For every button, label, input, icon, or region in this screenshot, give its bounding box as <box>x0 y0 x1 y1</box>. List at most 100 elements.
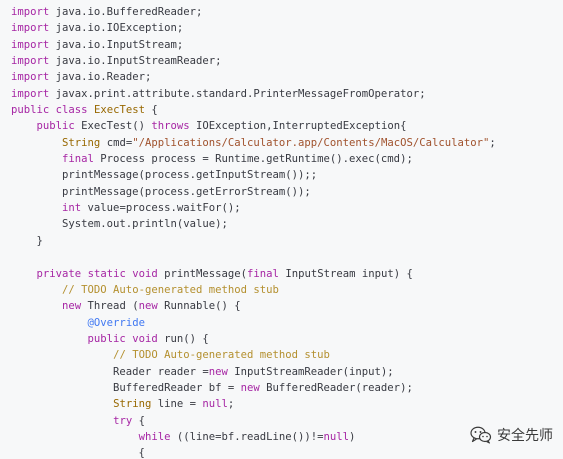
wechat-icon <box>470 426 492 444</box>
code-line: String line = null; <box>11 396 563 412</box>
code-token: final <box>247 267 279 280</box>
code-token: System.out.println(value); <box>11 218 228 231</box>
code-token: java.io.InputStream; <box>49 38 184 51</box>
code-token: javax.print.attribute.standard.PrinterMe… <box>49 87 426 100</box>
watermark-text: 安全先师 <box>497 428 553 444</box>
code-token: void <box>132 332 158 345</box>
code-token: null <box>202 398 228 411</box>
code-line: System.out.println(value); <box>11 216 563 232</box>
code-token: printMessage(process.getErrorStream()); <box>11 185 311 198</box>
code-token: printMessage(process.getInputStream());; <box>11 169 318 182</box>
code-line: // TODO Auto-generated method stub <box>11 347 563 363</box>
code-token: class <box>55 104 88 117</box>
code-token: ) <box>349 430 356 443</box>
code-token: Reader reader = <box>11 365 209 378</box>
code-token: import <box>11 55 50 68</box>
code-line: } <box>11 233 563 249</box>
code-line: private static void printMessage(final I… <box>11 266 563 282</box>
code-token: String <box>113 398 152 411</box>
code-token: "/Applications/Calculator.app/Contents/M… <box>132 136 490 149</box>
code-token: { <box>144 104 158 117</box>
code-token: new <box>62 300 82 313</box>
code-token: int <box>62 202 82 215</box>
code-token: // TODO Auto-generated method stub <box>62 283 279 296</box>
code-token: throws <box>151 120 190 133</box>
code-token: void <box>132 267 158 280</box>
code-token: Process process = Runtime.getRuntime().e… <box>93 153 413 166</box>
code-line: public ExecTest() throws IOException,Int… <box>11 118 563 134</box>
code-line: import java.io.InputStreamReader; <box>11 53 563 69</box>
code-token: BufferedReader bf = <box>11 381 241 394</box>
code-line: Reader reader =new InputStreamReader(inp… <box>11 364 563 380</box>
code-token: InputStreamReader(input); <box>227 365 394 378</box>
code-line: import javax.print.attribute.standard.Pr… <box>11 86 563 102</box>
code-viewer: import java.io.BufferedReader; import jav… <box>0 0 563 459</box>
code-block: import java.io.BufferedReader; import jav… <box>11 4 563 459</box>
code-token: value=process.waitFor(); <box>81 202 241 215</box>
code-token: null <box>323 430 350 443</box>
code-token: @Override <box>87 316 145 329</box>
code-token: private <box>36 267 82 280</box>
code-token: run() { <box>157 332 209 345</box>
code-token: import <box>11 38 50 51</box>
code-token: import <box>11 22 50 35</box>
code-line: import java.io.InputStream; <box>11 37 563 53</box>
code-line: // TODO Auto-generated method stub <box>11 282 563 298</box>
code-token: ExecTest() <box>74 120 152 133</box>
code-line: printMessage(process.getInputStream());; <box>11 167 563 183</box>
code-token: public <box>36 120 75 133</box>
code-token: static <box>87 267 126 280</box>
code-line: new Thread (new Runnable() { <box>11 298 563 314</box>
code-token: line = <box>151 398 203 411</box>
code-token: printMessage( <box>157 267 248 280</box>
code-token: String <box>62 136 101 149</box>
code-line: { <box>11 445 563 459</box>
code-token: Thread ( <box>81 300 139 313</box>
code-token: public <box>87 332 126 345</box>
code-line: @Override <box>11 315 563 331</box>
code-line: import java.io.BufferedReader; <box>11 4 563 20</box>
code-line: import java.io.Reader; <box>11 69 563 85</box>
code-token: new <box>240 381 260 394</box>
code-line: BufferedReader bf = new BufferedReader(r… <box>11 380 563 396</box>
code-token: try <box>113 414 133 427</box>
code-token: Runnable() { <box>157 300 241 313</box>
code-token: import <box>11 87 50 100</box>
code-token: ; <box>227 398 235 411</box>
code-token: ((line=bf.readLine())!= <box>170 430 324 443</box>
watermark: 安全先师 <box>470 425 553 445</box>
code-token: BufferedReader(reader); <box>259 381 413 394</box>
code-line: import java.io.IOException; <box>11 20 563 36</box>
code-token: java.io.BufferedReader; <box>49 6 203 18</box>
code-line: public class ExecTest { <box>11 102 563 118</box>
code-token: import <box>11 71 50 84</box>
code-token: } <box>11 234 43 247</box>
code-token: { <box>11 447 145 459</box>
code-token: IOException,InterruptedException{ <box>189 120 407 133</box>
code-token: InputStream input) { <box>278 267 413 280</box>
code-token: import <box>11 6 50 18</box>
code-token: java.io.InputStreamReader; <box>49 55 222 68</box>
code-token: while <box>138 430 171 443</box>
code-token: java.io.Reader; <box>49 71 152 84</box>
code-token: // TODO Auto-generated method stub <box>113 349 330 362</box>
code-line: int value=process.waitFor(); <box>11 200 563 216</box>
code-line: public void run() { <box>11 331 563 347</box>
code-line: final Process process = Runtime.getRunti… <box>11 151 563 167</box>
code-line: printMessage(process.getErrorStream()); <box>11 184 563 200</box>
code-token: new <box>208 365 228 378</box>
code-token: new <box>138 300 158 313</box>
